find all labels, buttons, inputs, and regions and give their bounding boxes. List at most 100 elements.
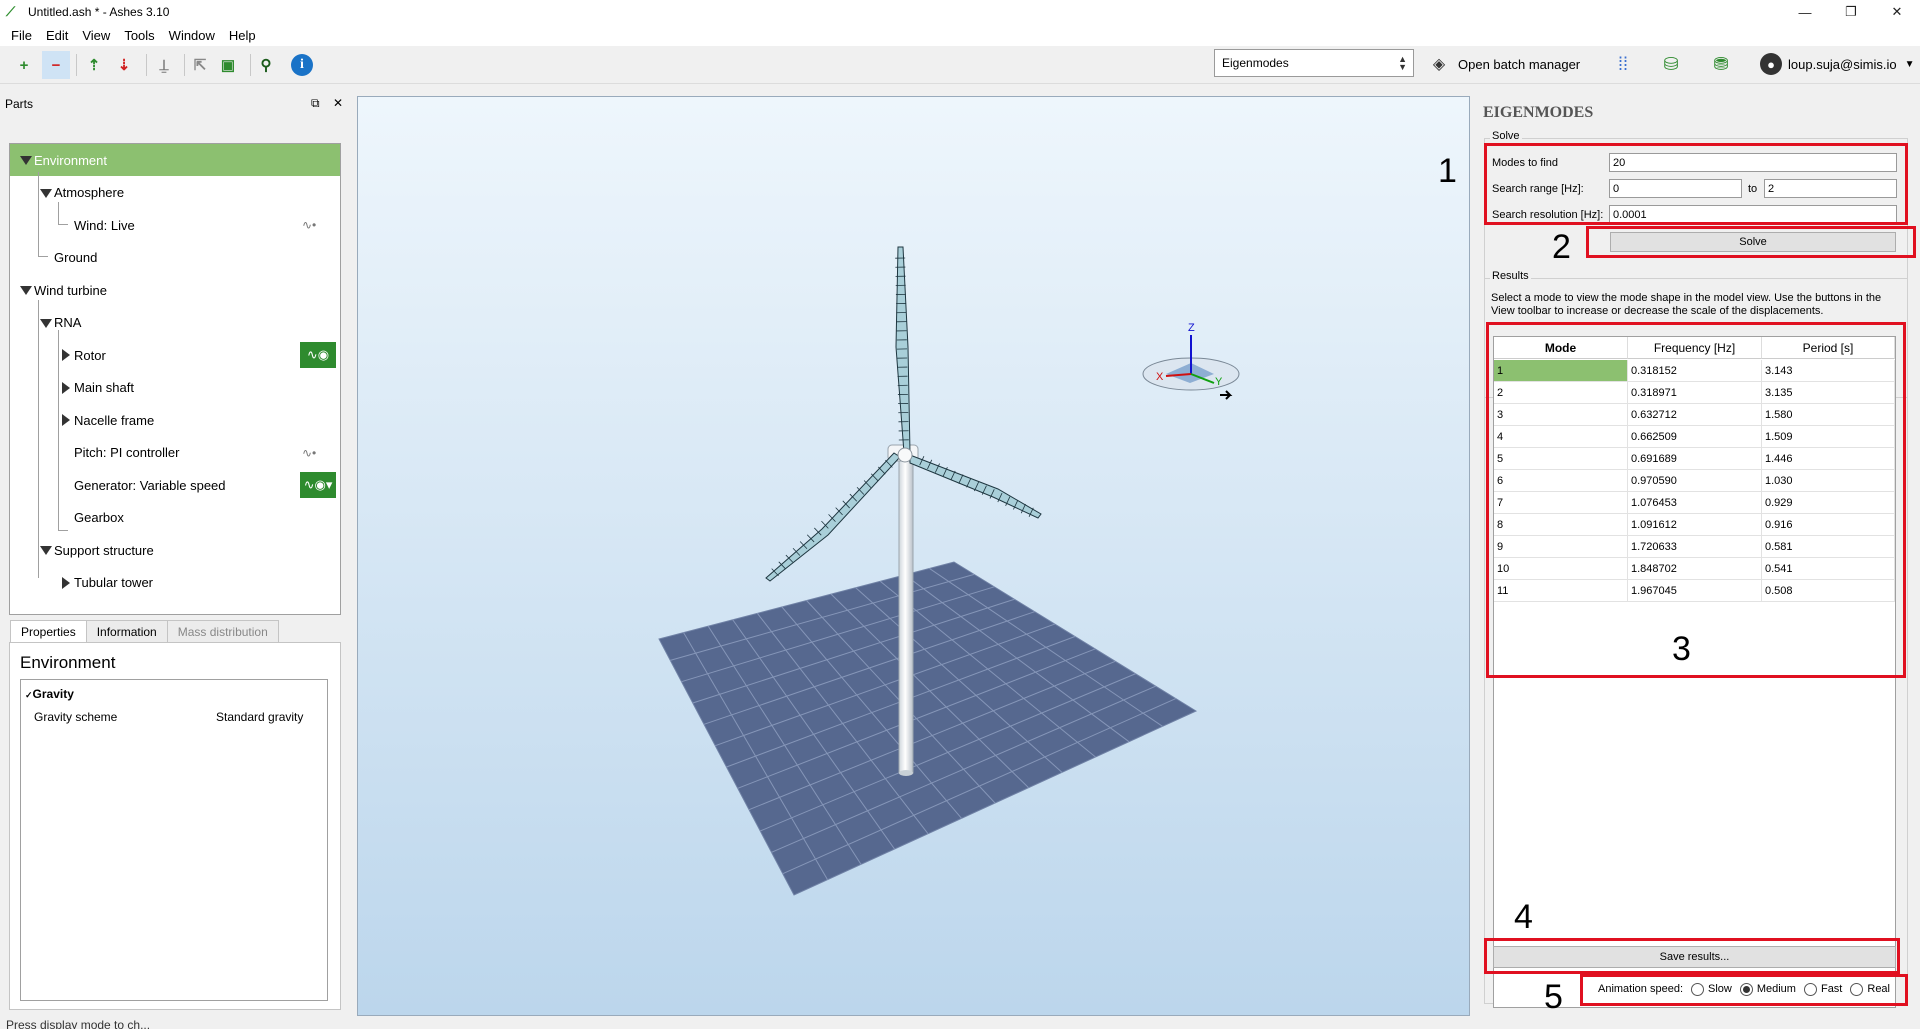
zoom-fit-icon[interactable]: ⚲ [252, 51, 280, 79]
expand-right-icon[interactable] [62, 349, 70, 361]
axis-x-label: X [1156, 371, 1164, 383]
screen-capture-icon[interactable]: ▣ [214, 51, 242, 79]
ashes-app-window: ⟋ Untitled.ash * - Ashes 3.10 — ❐ ✕ File… [0, 0, 1920, 1029]
annotation-number-1: 1 [1438, 152, 1457, 190]
expand-down-icon[interactable] [40, 318, 52, 328]
status-bar-text: Press display mode to ch... [6, 1018, 151, 1029]
tree-item[interactable]: RNA [54, 307, 81, 339]
open-batch-manager-button[interactable]: ◈ Open batch manager [1428, 52, 1580, 76]
database-export-icon[interactable]: ⛃ [1708, 51, 1734, 77]
turbine-scene: Z X Y [658, 246, 1240, 896]
toolbar-separator [250, 54, 251, 76]
tree-item[interactable]: Environment [34, 144, 107, 176]
mode-select-value: Eigenmodes [1222, 56, 1289, 70]
turbine-view-icon[interactable]: ⍊ [150, 51, 178, 79]
annotation-number-5: 5 [1544, 978, 1563, 1016]
tab-properties[interactable]: Properties [10, 620, 87, 642]
pointer-icon[interactable]: ⇱ [186, 51, 214, 79]
user-email: loup.suja@simis.io [1788, 56, 1897, 72]
close-icon[interactable]: ✕ [1874, 0, 1920, 24]
menu-edit[interactable]: Edit [39, 28, 75, 43]
add-sensor-icon[interactable]: ⇡ [80, 51, 108, 79]
select-arrows-icon: ▲ ▼ [1398, 54, 1407, 72]
tree-item[interactable]: Support structure [54, 534, 154, 566]
annotation-number-3: 3 [1672, 630, 1691, 668]
eigenmodes-title: EIGENMODES [1483, 104, 1594, 121]
active-signal-badge-icon[interactable]: ∿◉▾ [300, 472, 336, 498]
info-icon[interactable]: i [288, 51, 316, 79]
gravity-section[interactable]: ✓Gravity [25, 687, 74, 701]
gravity-scheme-label: Gravity scheme [34, 710, 118, 724]
toolbar-separator [184, 54, 185, 76]
decrease-scale-icon[interactable]: − [42, 51, 70, 79]
tree-item[interactable]: Rotor [74, 339, 106, 371]
expand-down-icon[interactable] [20, 156, 32, 165]
tab-mass-distribution[interactable]: Mass distribution [166, 620, 279, 642]
expand-right-icon[interactable] [62, 576, 70, 589]
signal-wave-icon: ∿• [302, 445, 317, 460]
properties-tabs: Properties Information Mass distribution [10, 620, 279, 642]
title-bar: ⟋ Untitled.ash * - Ashes 3.10 — ❐ ✕ [0, 0, 1920, 24]
tree-item[interactable]: Gearbox [74, 502, 124, 534]
layers-icon: ◈ [1432, 56, 1446, 73]
batch-manager-label: Open batch manager [1458, 56, 1581, 72]
tree-item[interactable]: Generator: Variable speed [74, 469, 226, 501]
toolbar-separator [146, 54, 147, 76]
tree-item[interactable]: Atmosphere [54, 177, 124, 209]
active-signal-badge-icon[interactable]: ∿◉ [300, 342, 336, 368]
axis-y-label: Y [1215, 376, 1223, 388]
close-panel-icon[interactable]: ✕ [333, 96, 343, 110]
tree-item[interactable]: Pitch: PI controller [74, 437, 180, 469]
user-account-menu[interactable]: ● loup.suja@simis.io ▼ [1760, 52, 1914, 76]
user-avatar-icon: ● [1760, 53, 1782, 75]
minimize-icon[interactable]: — [1782, 0, 1828, 24]
grid-dots-icon[interactable]: ⁞⁞ [1610, 51, 1636, 77]
chevron-down-icon: ▼ [1904, 58, 1915, 70]
annotation-number-2: 2 [1552, 228, 1571, 266]
mode-select[interactable]: Eigenmodes ▲ ▼ [1214, 49, 1414, 77]
expand-right-icon[interactable] [62, 414, 70, 426]
tree-item[interactable]: Tubular tower [74, 567, 153, 599]
model-viewport[interactable]: Z X Y [357, 96, 1470, 1016]
menu-help[interactable]: Help [222, 28, 263, 43]
database-icon[interactable]: ⛁ [1658, 51, 1684, 77]
expand-right-icon[interactable] [62, 381, 70, 394]
menu-file[interactable]: File [4, 28, 39, 43]
annotation-box-1 [1484, 143, 1908, 225]
parts-tree: Environment Atmosphere Wind: Live ∿• Ground W… [9, 143, 341, 615]
check-icon: ✓ [25, 690, 33, 700]
axis-gizmo[interactable]: Z X Y [1142, 322, 1240, 400]
remove-sensor-icon[interactable]: ⇣ [110, 51, 138, 79]
gravity-scheme-value[interactable]: Standard gravity [216, 710, 303, 724]
toolbar-separator [76, 54, 77, 76]
restore-icon[interactable]: ❐ [1828, 0, 1874, 24]
menu-bar: File Edit View Tools Window Help [0, 24, 1920, 46]
ground-grid [658, 561, 1198, 896]
menu-view[interactable]: View [75, 28, 117, 43]
gravity-section-label: Gravity [32, 687, 74, 701]
menu-tools[interactable]: Tools [117, 28, 161, 43]
menu-window[interactable]: Window [162, 28, 222, 43]
tree-item[interactable]: Nacelle frame [74, 404, 154, 436]
float-panel-icon[interactable]: ⧉ [311, 96, 320, 111]
tree-item[interactable]: Wind: Live [74, 209, 135, 241]
signal-wave-icon: ∿• [302, 218, 317, 232]
parts-panel-header: Parts ⧉ ✕ [0, 94, 350, 114]
ashes-logo-icon: ⟋ [6, 4, 16, 19]
properties-panel: Environment ✓Gravity Gravity scheme Stan… [9, 642, 341, 1010]
expand-down-icon[interactable] [40, 188, 52, 198]
expand-down-icon[interactable] [20, 286, 32, 295]
tab-information[interactable]: Information [85, 620, 168, 642]
annotation-box-4 [1484, 938, 1900, 974]
tree-item[interactable]: Main shaft [74, 372, 134, 404]
tree-item[interactable]: Ground [54, 242, 97, 274]
tree-item[interactable]: Wind turbine [34, 274, 107, 306]
properties-grid: ✓Gravity Gravity scheme Standard gravity [20, 679, 328, 1001]
solve-group-label: Solve [1490, 130, 1522, 142]
results-group-label: Results [1490, 270, 1531, 282]
axis-z-label: Z [1188, 322, 1195, 334]
increase-scale-icon[interactable]: + [10, 51, 38, 79]
window-controls: — ❐ ✕ [1782, 0, 1920, 24]
expand-down-icon[interactable] [40, 546, 52, 555]
annotation-box-5 [1580, 974, 1908, 1006]
